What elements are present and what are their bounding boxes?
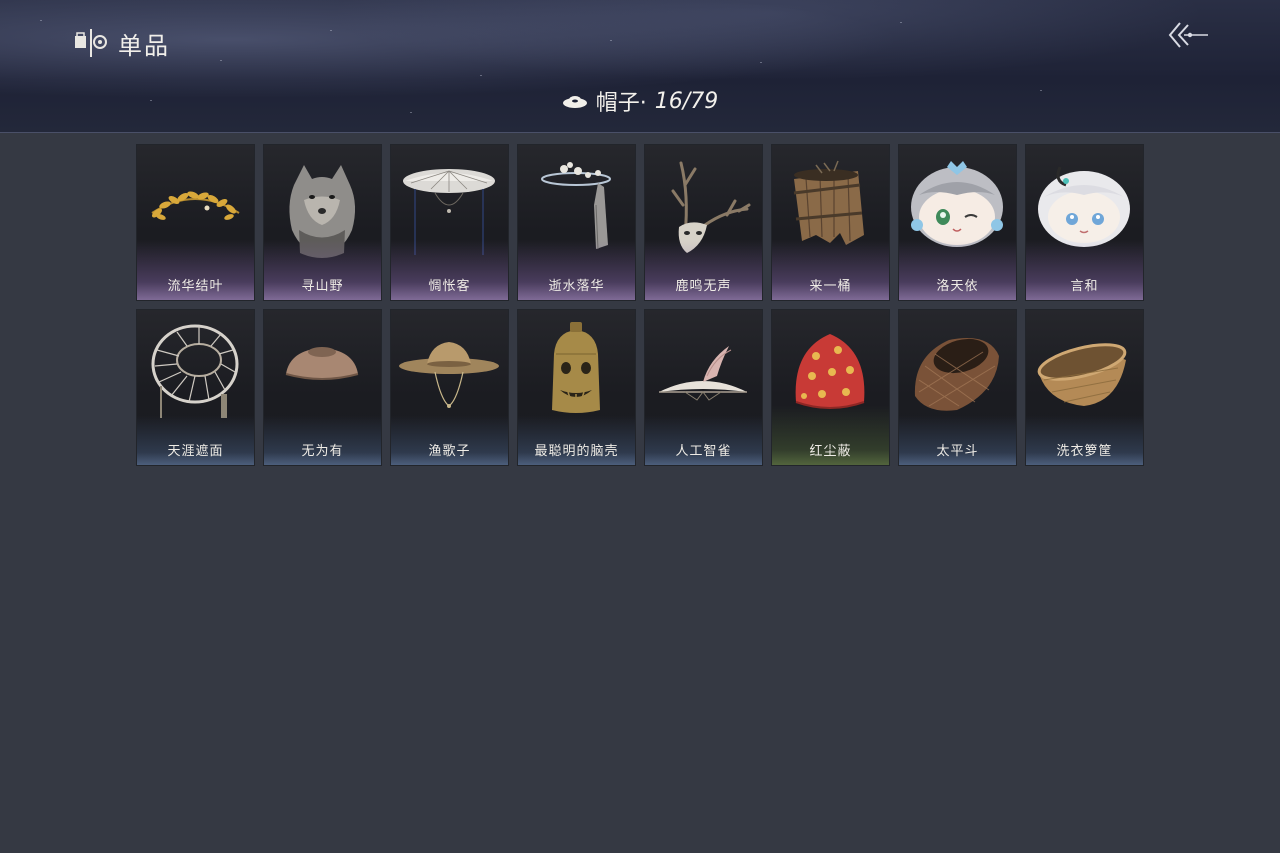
item-card[interactable]: 流华结叶 <box>137 145 254 300</box>
collection-screen: 单品 帽子· 16/79 流华结叶 寻山野 惆怅客 逝水落华 鹿鸣无声 来一桶 … <box>0 0 1280 853</box>
red-cloth-hood-icon <box>795 334 865 409</box>
luo-tianyi-plush-head-icon <box>911 161 1003 247</box>
yan-he-plush-head-icon <box>1038 166 1130 247</box>
item-name: 言和 <box>1070 279 1099 294</box>
item-name: 惆怅客 <box>428 279 471 294</box>
item-card[interactable]: 太平斗 <box>899 310 1016 465</box>
item-card[interactable]: 无为有 <box>264 310 381 465</box>
veiled-bamboo-hat-icon <box>403 169 495 255</box>
wooden-bucket-icon <box>793 160 864 245</box>
golden-laurel-wreath-icon <box>151 191 240 220</box>
collection-icon <box>75 29 107 57</box>
item-name: 太平斗 <box>936 444 979 459</box>
item-card[interactable]: 渔歌子 <box>391 310 508 465</box>
item-grid: 流华结叶 寻山野 惆怅客 逝水落华 鹿鸣无声 来一桶 洛天依 言和 天涯遮面 无… <box>137 145 1143 465</box>
item-card[interactable]: 人工智雀 <box>645 310 762 465</box>
page-title: 单品 <box>118 32 170 60</box>
item-card[interactable]: 言和 <box>1026 145 1143 300</box>
item-name: 鹿鸣无声 <box>675 279 732 294</box>
wolf-head-hood-icon <box>289 165 356 258</box>
item-card[interactable]: 鹿鸣无声 <box>645 145 762 300</box>
item-name: 洗衣箩筐 <box>1056 444 1113 459</box>
broken-wicker-hat-icon <box>151 324 239 418</box>
clay-bowl-hat-icon <box>285 347 359 380</box>
back-arrow-icon[interactable] <box>1166 18 1210 52</box>
item-card[interactable]: 洗衣箩筐 <box>1026 310 1143 465</box>
item-name: 人工智雀 <box>675 444 732 459</box>
deer-skull-antler-icon <box>671 161 751 253</box>
item-card[interactable]: 惆怅客 <box>391 145 508 300</box>
item-card[interactable]: 寻山野 <box>264 145 381 300</box>
category-label: 帽子· <box>595 91 647 116</box>
item-name: 寻山野 <box>301 279 344 294</box>
collection-count: 16/79 <box>654 88 719 114</box>
item-name: 最聪明的脑壳 <box>534 444 619 459</box>
item-card[interactable]: 洛天依 <box>899 145 1016 300</box>
bronze-bell-mask-icon <box>552 322 600 413</box>
item-name: 天涯遮面 <box>167 444 224 459</box>
header-banner: 单品 帽子· 16/79 <box>0 0 1280 133</box>
laundry-basket-icon <box>1037 343 1127 406</box>
straw-fishing-hat-icon <box>399 342 499 408</box>
category-header: 帽子· 16/79 <box>0 86 1280 116</box>
item-card[interactable]: 最聪明的脑壳 <box>518 310 635 465</box>
item-name: 来一桶 <box>809 279 852 294</box>
item-name: 红尘蔽 <box>809 444 852 459</box>
item-name: 无为有 <box>301 444 344 459</box>
flower-veil-hat-icon <box>541 162 611 250</box>
item-card[interactable]: 天涯遮面 <box>137 310 254 465</box>
bird-hat-icon <box>659 346 747 401</box>
item-name: 逝水落华 <box>548 279 605 294</box>
hat-icon <box>562 96 587 108</box>
item-name: 洛天依 <box>936 279 979 294</box>
item-card[interactable]: 红尘蔽 <box>772 310 889 465</box>
item-name: 渔歌子 <box>428 444 471 459</box>
item-name: 流华结叶 <box>167 279 224 294</box>
woven-bamboo-basket-icon <box>914 338 999 411</box>
item-card[interactable]: 逝水落华 <box>518 145 635 300</box>
item-card[interactable]: 来一桶 <box>772 145 889 300</box>
